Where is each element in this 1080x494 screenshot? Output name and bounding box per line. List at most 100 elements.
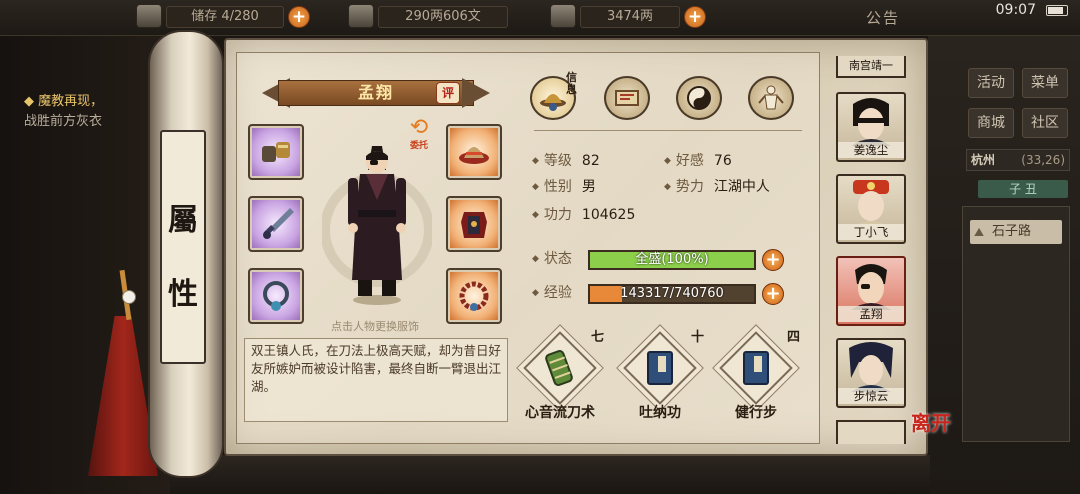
silver-amount: 3474两 [580, 6, 680, 28]
scroll-icon [615, 90, 639, 106]
equip-slot-armor[interactable] [446, 196, 502, 252]
equip-slot-necklace[interactable] [248, 268, 304, 324]
leave-button[interactable]: 离开 [908, 412, 954, 462]
stat-faction: 势力江湖中人 [664, 178, 770, 196]
stat-favor-label: 好感 [664, 153, 704, 169]
bag-plus-button[interactable]: + [288, 6, 310, 28]
entrust-icon: ⟲ [409, 115, 429, 140]
character-biography: 双王镇人氏，在刀法上极高天赋，却为昔日好友所嫉妒而被设计陷害，最终自断一臂退出江… [244, 338, 508, 422]
stat-favor: 好感 76 [664, 152, 732, 170]
roster-item[interactable]: 步惊云 [836, 338, 906, 408]
silver-ingot-icon [550, 4, 576, 28]
portrait-icon [851, 98, 891, 146]
rate-button[interactable]: 评 [436, 82, 460, 104]
exp-bar: 143317/740760 [588, 284, 756, 304]
community-button[interactable]: 社区 [1022, 108, 1068, 138]
banner-wing-right [462, 78, 490, 108]
stat-gender-value: 男 [581, 179, 596, 195]
stat-gender-label: 性别 [532, 179, 572, 195]
exp-row: 经验 143317/740760 + [532, 282, 784, 306]
roster-name: 丁小飞 [838, 224, 904, 240]
equip-slot-weapon[interactable] [248, 196, 304, 252]
skill-slot-2[interactable]: 十 吐纳功 [620, 330, 704, 426]
tab-scroll[interactable] [604, 76, 650, 120]
copper-amount: 290两606文 [378, 6, 508, 28]
tassel-bead [122, 290, 136, 304]
battery-icon [1046, 5, 1068, 16]
roster-item-partial-bottom[interactable] [836, 420, 906, 444]
skill-slot-3[interactable]: 四 健行步 [716, 330, 800, 426]
status-row: 状态 全盛(100%) + [532, 248, 784, 272]
roster-item[interactable]: 姜逸尘 [836, 92, 906, 162]
roster-name: 姜逸尘 [838, 142, 904, 158]
tab-info-label: 信息 [566, 71, 577, 96]
silver-plus-button[interactable]: + [684, 6, 706, 28]
scroll-title: 屬 性 [160, 184, 206, 332]
scroll-bundle-icon [545, 350, 573, 386]
book-icon [647, 351, 673, 385]
equip-slot-hat[interactable] [446, 124, 502, 180]
weapon-icon [263, 208, 294, 239]
hat-icon [459, 147, 489, 164]
copper-coin-icon [348, 4, 374, 28]
bracers-icon [262, 142, 290, 162]
exp-bar-fill [590, 286, 622, 302]
stat-gender: 性别男 [532, 178, 596, 196]
city-location: (33,26) 杭州 [966, 149, 1070, 171]
skill-level: 四 [786, 330, 800, 345]
bag-icon [136, 4, 162, 28]
exp-plus-button[interactable]: + [762, 283, 784, 305]
activity-button[interactable]: 活动 [968, 68, 1014, 98]
roster-item[interactable]: 丁小飞 [836, 174, 906, 244]
book-icon [743, 351, 769, 385]
status-label: 状态 [532, 251, 572, 267]
stat-level-label: 等级 [532, 153, 572, 169]
portrait-icon [851, 264, 891, 310]
city-name: 杭州 [971, 153, 996, 167]
stat-level: 等级 82 [532, 152, 600, 170]
roster-item-selected[interactable]: 孟翔 [836, 256, 906, 326]
skill-name: 健行步 [735, 405, 777, 421]
scroll-title-char-1: 屬 [168, 203, 198, 238]
status-bar-text: 全盛(100%) [635, 252, 709, 267]
skill-level: 十 [690, 330, 704, 345]
quest-tracker[interactable]: ◆ 魔教再现， 战胜前方灰衣 [24, 92, 103, 132]
quest-title: ◆ 魔教再现， [24, 94, 104, 109]
beads-icon [459, 281, 489, 311]
road-location-button[interactable]: 石子路 [970, 220, 1062, 244]
stat-faction-value: 江湖中人 [713, 179, 770, 195]
roster-item-partial-top[interactable]: 南宫靖一 [836, 56, 906, 78]
roster-name: 孟翔 [838, 306, 904, 322]
hat-info-icon [540, 94, 566, 111]
meridian-icon [758, 85, 784, 110]
stat-power: 功力 104625 [532, 206, 635, 224]
announcement-button[interactable]: 公告 [866, 7, 900, 28]
equip-slot-bracers[interactable] [248, 124, 304, 180]
status-clock: 09:07 [995, 2, 1036, 18]
shop-button[interactable]: 商城 [968, 108, 1014, 138]
stat-power-value: 104625 [581, 207, 636, 223]
equip-slot-accessory[interactable] [446, 268, 502, 324]
menu-button[interactable]: 菜单 [1022, 68, 1068, 98]
hero-figure[interactable] [322, 140, 432, 310]
status-plus-button[interactable]: + [762, 249, 784, 271]
tab-yin-yang[interactable] [676, 76, 722, 120]
time-of-day: 子 丑 [978, 180, 1068, 198]
status-bar: 全盛(100%) [588, 250, 756, 270]
stat-faction-label: 势力 [664, 179, 704, 195]
change-outfit-hint: 点击人物更换服饰 [331, 320, 419, 333]
portrait-icon [849, 342, 893, 392]
stat-favor-value: 76 [713, 153, 732, 169]
bottom-nav-bar [170, 455, 930, 494]
city-coords: (33,26) [1021, 153, 1065, 167]
top-resource-bar: 储存 4/280 + 290两606文 3474两 + 公告 09:07 [0, 0, 1080, 36]
exp-label: 经验 [532, 285, 572, 301]
roster-name: 步惊云 [838, 388, 904, 404]
scroll-title-char-2: 性 [168, 277, 198, 312]
armor-icon [461, 212, 487, 238]
tab-divider [534, 130, 802, 131]
tab-meridian[interactable] [748, 76, 794, 120]
necklace-icon [263, 281, 289, 311]
yin-yang-icon [687, 86, 711, 110]
skill-slot-1[interactable]: 七 心音流刀术 [520, 330, 604, 426]
